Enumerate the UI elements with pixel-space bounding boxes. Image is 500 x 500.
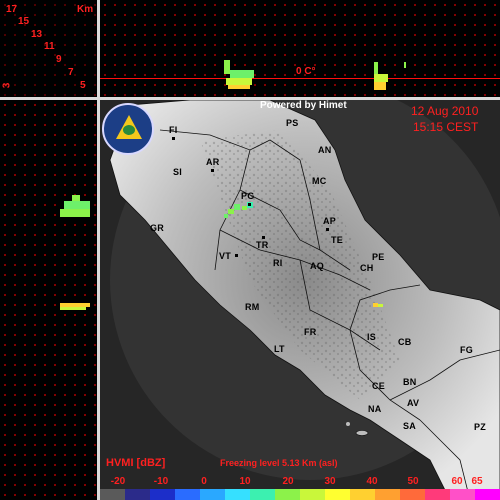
city-PG: PG: [241, 191, 255, 201]
top-echo-right: [374, 62, 388, 90]
city-dot: [172, 137, 175, 140]
scale-cell: [325, 489, 350, 500]
city-PS: PS: [286, 118, 299, 128]
city-BN: BN: [403, 377, 417, 387]
scale-label: 65: [471, 476, 483, 487]
freezing-level-label: Freezing level 5.13 Km (asl): [220, 458, 338, 468]
city-FR: FR: [304, 327, 317, 337]
height-unit-label: Km: [77, 4, 94, 15]
height-label-7: 7: [68, 67, 74, 78]
city-RI: RI: [273, 258, 283, 268]
city-SA: SA: [403, 421, 416, 431]
city-AR: AR: [206, 157, 220, 167]
city-dot: [235, 254, 238, 257]
scale-cell: [300, 489, 325, 500]
city-LT: LT: [274, 344, 285, 354]
city-GR: GR: [150, 223, 164, 233]
city-NA: NA: [368, 404, 382, 414]
city-dot: [211, 169, 214, 172]
left-echo-upper: [60, 195, 92, 221]
height-label-9: 9: [56, 54, 62, 65]
bottom-height-marker: 3: [1, 82, 13, 89]
freezing-level-line: [100, 78, 500, 79]
city-CE: CE: [372, 381, 385, 391]
city-IS: IS: [367, 332, 376, 342]
scale-cell: [450, 489, 475, 500]
date-label: 12 Aug 2010: [411, 104, 479, 118]
powered-by-label: Powered by Himet: [260, 100, 347, 111]
scale-cell: [175, 489, 200, 500]
city-AV: AV: [407, 398, 420, 408]
scale-label: 60: [451, 476, 463, 487]
product-label: HVMI [dBZ]: [106, 457, 166, 469]
city-SI: SI: [173, 167, 182, 177]
city-CH: CH: [360, 263, 374, 273]
scale-label: -10: [153, 476, 169, 487]
scale-cell: [475, 489, 500, 500]
freezing-marker-label: 0 C°: [296, 66, 316, 77]
top-echo-left: [224, 60, 254, 90]
scale-cell: [375, 489, 400, 500]
height-label-11: 11: [44, 41, 55, 52]
scale-cell: [425, 489, 450, 500]
left-echo-lower: [60, 303, 90, 310]
height-label-5: 5: [80, 80, 86, 91]
city-AN: AN: [318, 145, 332, 155]
top-profile-grid: [100, 0, 500, 97]
scale-cell: [225, 489, 250, 500]
scale-cell: [250, 489, 275, 500]
city-FG: FG: [460, 345, 473, 355]
radar-map: [100, 100, 500, 500]
city-PZ: PZ: [474, 422, 486, 432]
city-PE: PE: [372, 252, 385, 262]
city-TE: TE: [331, 235, 343, 245]
scale-cell: [275, 489, 300, 500]
scale-cell: [200, 489, 225, 500]
scale-cell: [350, 489, 375, 500]
city-dot: [326, 228, 329, 231]
scale-cell: [125, 489, 150, 500]
time-label: 15:15 CEST: [413, 120, 479, 134]
city-AP: AP: [323, 216, 336, 226]
protezione-civile-logo: [102, 103, 154, 155]
radar-viewer: 0 C° 17 15 13 11 9 7 5 Km 3 Powered by H…: [0, 0, 500, 500]
scale-label: 20: [282, 476, 294, 487]
city-AQ: AQ: [310, 261, 324, 271]
scale-cell: [150, 489, 175, 500]
scale-label: 30: [324, 476, 336, 487]
scale-cell: [100, 489, 125, 500]
city-FI: FI: [169, 125, 178, 135]
left-profile-grid: [0, 100, 97, 500]
scale-label: 50: [407, 476, 419, 487]
city-CB: CB: [398, 337, 412, 347]
scale-label: 40: [366, 476, 378, 487]
city-dot: [262, 236, 265, 239]
height-label-17: 17: [6, 4, 18, 15]
scale-cell: [400, 489, 425, 500]
city-RM: RM: [245, 302, 260, 312]
scale-label: 0: [201, 476, 207, 487]
scale-label: 10: [239, 476, 251, 487]
city-VT: VT: [219, 251, 231, 261]
city-TR: TR: [256, 240, 269, 250]
height-label-15: 15: [18, 16, 30, 27]
city-dot: [248, 203, 251, 206]
city-MC: MC: [312, 176, 327, 186]
scale-label: -20: [110, 476, 126, 487]
height-label-13: 13: [31, 29, 43, 40]
top-echo-small: [404, 62, 406, 68]
